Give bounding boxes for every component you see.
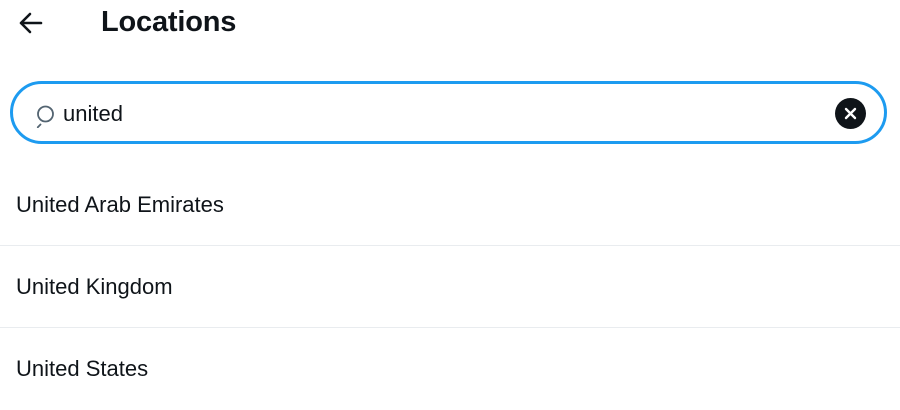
page-title: Locations	[101, 6, 237, 38]
location-option-united-arab-emirates[interactable]: United Arab Emirates	[0, 164, 900, 246]
arrow-left-icon	[19, 12, 43, 34]
search-icon	[36, 105, 54, 128]
header: Locations	[0, 0, 900, 46]
location-option-united-kingdom[interactable]: United Kingdom	[0, 246, 900, 328]
results-list: United Arab Emirates United Kingdom Unit…	[0, 164, 900, 410]
search-input[interactable]	[63, 97, 823, 131]
location-option-united-states[interactable]: United States	[0, 328, 900, 410]
back-button[interactable]	[14, 6, 48, 40]
close-icon	[844, 107, 857, 120]
clear-search-button[interactable]	[835, 98, 866, 129]
search-box[interactable]	[10, 81, 887, 144]
